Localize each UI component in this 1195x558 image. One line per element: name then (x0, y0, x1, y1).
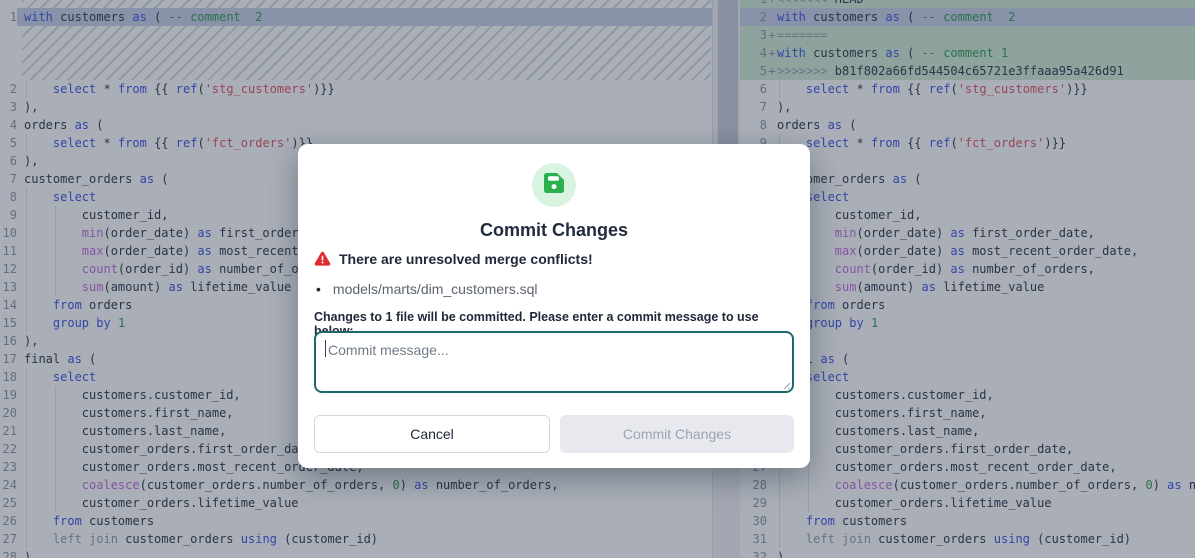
commit-message-wrap (314, 331, 794, 393)
commit-message-input[interactable] (314, 331, 794, 393)
commit-changes-button[interactable]: Commit Changes (560, 415, 794, 453)
conflict-file-item: • models/marts/dim_customers.sql (316, 281, 794, 297)
merge-conflict-warning: There are unresolved merge conflicts! (314, 250, 794, 267)
text-caret (325, 340, 326, 357)
modal-footer: Cancel Commit Changes (314, 415, 794, 453)
save-icon-badge (532, 163, 576, 207)
conflict-file-path: models/marts/dim_customers.sql (333, 281, 538, 297)
ide-screen: 1with customers as ( -- comment 22 selec… (0, 0, 1195, 558)
warning-text: There are unresolved merge conflicts! (339, 251, 593, 267)
bullet: • (316, 281, 321, 297)
modal-title: Commit Changes (298, 220, 810, 241)
warning-triangle-icon (314, 250, 331, 267)
save-icon (543, 172, 565, 199)
commit-changes-modal: Commit Changes There are unresolved merg… (298, 144, 810, 468)
cancel-button[interactable]: Cancel (314, 415, 550, 453)
